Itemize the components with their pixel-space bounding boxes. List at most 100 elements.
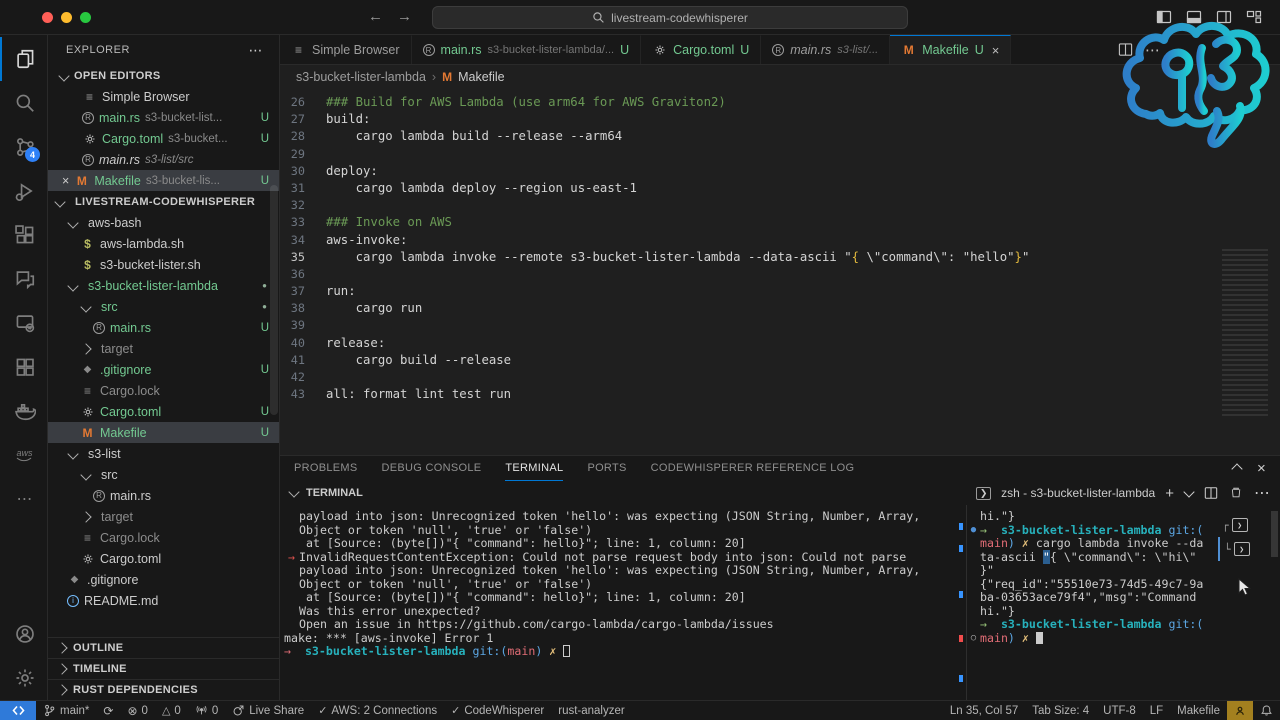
explorer-more-icon[interactable]: ⋯ xyxy=(249,42,264,59)
tree-item[interactable]: Cargo.toml xyxy=(48,548,279,569)
tab-simple-browser[interactable]: ≡ Simple Browser xyxy=(280,35,412,64)
open-editors-section[interactable]: OPEN EDITORS xyxy=(48,65,279,86)
activity-more[interactable]: ⋯ xyxy=(0,477,47,521)
activity-run-debug[interactable] xyxy=(0,169,47,213)
code-line[interactable]: 30 deploy: xyxy=(280,163,1280,180)
tree-item[interactable]: src ● xyxy=(48,296,279,317)
sidebar-scrollbar[interactable] xyxy=(270,185,278,415)
terminal-scrollbar[interactable] xyxy=(957,505,966,700)
tree-item[interactable]: $ s3-bucket-lister.sh xyxy=(48,254,279,275)
activity-files[interactable] xyxy=(0,37,47,81)
open-editor-item[interactable]: ≡ Simple Browser xyxy=(48,86,279,107)
split-editor-icon[interactable] xyxy=(1118,42,1133,57)
launch-profile-chevron-icon[interactable] xyxy=(1183,485,1195,498)
tree-item[interactable]: ≡ Cargo.lock xyxy=(48,527,279,548)
statusbar-0[interactable]: ⊗ 0 xyxy=(120,701,154,720)
code-line[interactable]: 39 xyxy=(280,317,1280,334)
open-editor-item[interactable]: × M Makefile s3-bucket-lis... U xyxy=(48,170,279,191)
tree-item[interactable]: s3-bucket-lister-lambda ● xyxy=(48,275,279,296)
terminal-line[interactable]: payload into json: Unrecognized token 'h… xyxy=(284,563,957,578)
section-outline[interactable]: OUTLINE xyxy=(48,637,279,658)
activity-settings-gear[interactable] xyxy=(0,656,47,700)
terminal-line[interactable]: → s3-bucket-lister-lambda git:( xyxy=(967,618,1218,632)
tab-makefile[interactable]: M Makefile U × xyxy=(890,35,1012,64)
statusbar-lf[interactable]: LF xyxy=(1143,701,1170,720)
tree-item[interactable]: Cargo.toml U xyxy=(48,401,279,422)
workspace-root[interactable]: LIVESTREAM-CODEWHISPERER xyxy=(48,191,279,212)
terminal-section-label[interactable]: TERMINAL xyxy=(306,487,363,499)
maximize-window-button[interactable] xyxy=(80,12,91,23)
statusbar-bell[interactable] xyxy=(1253,701,1280,720)
activity-aws[interactable]: aws xyxy=(0,433,47,477)
statusbar-codewhisperer[interactable]: ✓ CodeWhisperer xyxy=(444,701,551,720)
terminal-line[interactable]: payload into json: Unrecognized token 'h… xyxy=(284,509,957,524)
tree-item[interactable]: s3-list xyxy=(48,443,279,464)
terminal-line[interactable]: ta-ascii "{ \"command\": \"hi\" xyxy=(967,549,1218,565)
terminal-line[interactable]: {"req_id":"55510e73-74d5-49c7-9a xyxy=(967,577,1218,592)
tree-item[interactable]: ◆ .gitignore xyxy=(48,569,279,590)
code-line[interactable]: 35 cargo lambda invoke --remote s3-bucke… xyxy=(280,249,1280,266)
statusbar-makefile[interactable]: Makefile xyxy=(1170,701,1227,720)
codewhisperer-badge[interactable] xyxy=(1227,701,1253,720)
activity-remote-explorer[interactable] xyxy=(0,301,47,345)
code-line[interactable]: 41 cargo build --release xyxy=(280,352,1280,369)
terminal-line[interactable]: ○ main) ✗ xyxy=(967,631,1218,646)
tree-item[interactable]: Rmain.rs U xyxy=(48,317,279,338)
terminal-line[interactable]: hi."} xyxy=(967,604,1218,619)
back-icon[interactable]: ← xyxy=(368,8,383,25)
more-icon[interactable]: ⋯ xyxy=(1254,483,1270,503)
terminal-line[interactable]: ba-03653ace79f4","msg":"Command xyxy=(967,591,1218,605)
code-line[interactable]: 37 run: xyxy=(280,283,1280,300)
code-line[interactable]: 34 aws-invoke: xyxy=(280,232,1280,249)
terminal-line[interactable]: Was this error unexpected? xyxy=(284,604,957,619)
terminal-line[interactable]: → s3-bucket-lister-lambda git:(main) ✗ xyxy=(284,645,957,659)
code-line[interactable]: 40 release: xyxy=(280,335,1280,352)
close-panel-icon[interactable]: × xyxy=(1257,460,1266,477)
statusbar-0[interactable]: △ 0 xyxy=(155,701,188,720)
terminal-line[interactable]: ● → s3-bucket-lister-lambda git:( xyxy=(967,523,1218,538)
customize-layout-icon[interactable] xyxy=(1246,9,1262,25)
terminal-line[interactable]: Object or token 'null', 'true' or 'false… xyxy=(284,523,957,538)
activity-search[interactable] xyxy=(0,81,47,125)
tree-item[interactable]: target xyxy=(48,338,279,359)
terminal-line[interactable]: → InvalidRequestContentException: Could n… xyxy=(284,550,957,565)
tree-item[interactable]: i README.md xyxy=(48,590,279,611)
statusbar-tab-size-4[interactable]: Tab Size: 4 xyxy=(1025,701,1096,720)
activity-extensions[interactable] xyxy=(0,213,47,257)
editor-code-area[interactable]: 26 ### Build for AWS Lambda (use arm64 fo… xyxy=(280,89,1280,455)
code-line[interactable]: 36 xyxy=(280,266,1280,283)
code-line[interactable]: 27 build: xyxy=(280,111,1280,128)
close-window-button[interactable] xyxy=(42,12,53,23)
panel-tab-ports[interactable]: PORTS xyxy=(587,456,626,481)
terminal-tabs-scrollbar[interactable] xyxy=(1271,511,1278,557)
section-timeline[interactable]: TIMELINE xyxy=(48,658,279,679)
tab-main-rs[interactable]: Rmain.rs s3-bucket-lister-lambda/... U xyxy=(411,35,642,64)
activity-account[interactable] xyxy=(0,612,47,656)
new-terminal-icon[interactable]: + xyxy=(1165,485,1174,502)
open-editor-item[interactable]: Rmain.rs s3-bucket-list... U xyxy=(48,107,279,128)
command-center-search[interactable]: livestream-codewhisperer xyxy=(432,6,908,29)
terminal-line[interactable]: }" xyxy=(967,563,1218,578)
terminal-line[interactable]: at [Source: (byte[])"{ "command": hello}… xyxy=(284,591,957,605)
statusbar-sync[interactable]: ⟳ xyxy=(96,701,120,720)
terminal-line[interactable]: make: *** [aws-invoke] Error 1 xyxy=(284,631,957,646)
toggle-secondary-sidebar-icon[interactable] xyxy=(1216,9,1232,25)
statusbar-live-share[interactable]: Live Share xyxy=(225,701,311,720)
terminal-line[interactable]: main) ✗ cargo lambda invoke --da xyxy=(967,536,1218,551)
terminal-output[interactable]: payload into json: Unrecognized token 'h… xyxy=(280,505,957,700)
tree-item[interactable]: src xyxy=(48,464,279,485)
code-line[interactable]: 32 xyxy=(280,197,1280,214)
toggle-sidebar-icon[interactable] xyxy=(1156,9,1172,25)
breadcrumb-file[interactable]: Makefile xyxy=(458,70,505,84)
tree-item[interactable]: M Makefile U xyxy=(48,422,279,443)
tree-item[interactable]: target xyxy=(48,506,279,527)
code-line[interactable]: 42 xyxy=(280,369,1280,386)
activity-window-grid[interactable] xyxy=(0,345,47,389)
activity-docker[interactable] xyxy=(0,389,47,433)
code-line[interactable]: 38 cargo run xyxy=(280,300,1280,317)
window-controls[interactable] xyxy=(42,12,91,23)
kill-terminal-icon[interactable] xyxy=(1229,486,1243,500)
activity-source-control[interactable]: 4 xyxy=(0,125,47,169)
panel-tab-problems[interactable]: PROBLEMS xyxy=(294,456,358,481)
panel-tab-terminal[interactable]: TERMINAL xyxy=(505,456,564,481)
